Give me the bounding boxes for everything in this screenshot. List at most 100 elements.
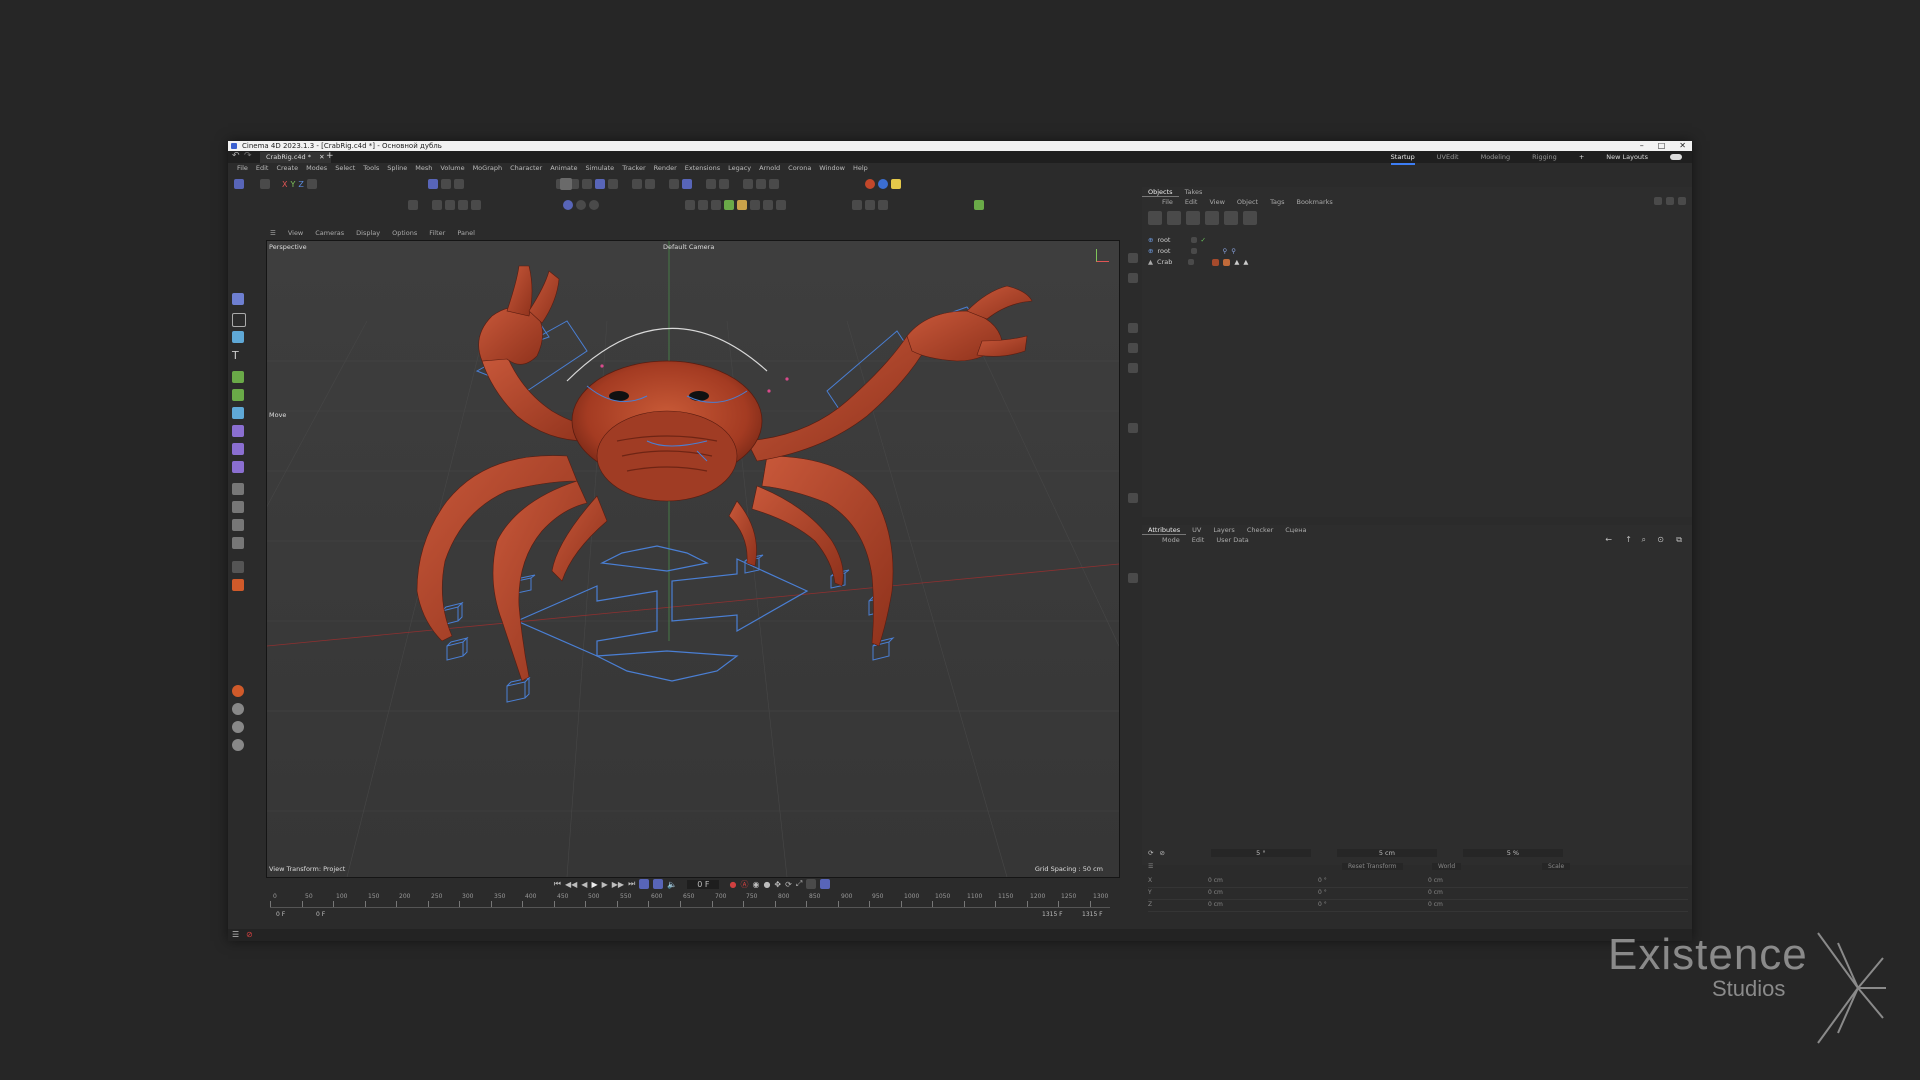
render-settings-icon[interactable] bbox=[769, 179, 779, 189]
menu-volume[interactable]: Volume bbox=[436, 163, 468, 174]
filter-icon-4[interactable] bbox=[1205, 211, 1219, 225]
key-scale-icon[interactable]: ⤢ bbox=[796, 879, 802, 889]
material-tag-icon-2[interactable] bbox=[1223, 258, 1231, 266]
key-position-icon[interactable]: ✥ bbox=[774, 880, 781, 889]
scale-tool-icon[interactable] bbox=[454, 179, 464, 189]
render-picture-viewer-icon[interactable] bbox=[756, 179, 766, 189]
close-button[interactable]: ✕ bbox=[1679, 141, 1686, 151]
solo-hierarchy-icon[interactable] bbox=[576, 200, 586, 210]
status-menu-icon[interactable]: ☰ bbox=[232, 930, 239, 939]
attributes-search-icon[interactable]: ⌕ bbox=[1642, 535, 1646, 545]
status-error-icon[interactable]: ⊘ bbox=[246, 930, 253, 939]
material-tag-icon[interactable] bbox=[1212, 258, 1220, 266]
viewport-perspective[interactable]: Perspective Default Camera Move View Tra… bbox=[266, 240, 1120, 878]
menu-arnold[interactable]: Arnold bbox=[755, 163, 784, 174]
texture-view-icon[interactable] bbox=[458, 200, 468, 210]
model-mode-icon[interactable] bbox=[595, 179, 605, 189]
select-tool-icon[interactable] bbox=[234, 179, 244, 189]
knife-icon[interactable] bbox=[724, 200, 734, 210]
loop-icon[interactable] bbox=[639, 879, 650, 889]
tab-checker[interactable]: Checker bbox=[1241, 525, 1279, 535]
menu-simulate[interactable]: Simulate bbox=[581, 163, 618, 174]
next-key-icon[interactable]: ▶▶ bbox=[612, 880, 624, 889]
quantize-icon[interactable] bbox=[682, 179, 692, 189]
camera-icon[interactable] bbox=[232, 483, 244, 495]
coord-system-icon[interactable] bbox=[306, 179, 317, 189]
timeline-end-field-2[interactable]: 1315 F bbox=[1082, 911, 1103, 918]
floor-icon[interactable] bbox=[232, 579, 244, 591]
keyframe-icon[interactable] bbox=[852, 200, 862, 210]
menu-legacy[interactable]: Legacy bbox=[724, 163, 755, 174]
attributes-menu-edit[interactable]: Edit bbox=[1186, 535, 1211, 545]
viewport-menu-view[interactable]: View bbox=[282, 227, 309, 239]
hex-icon-2[interactable] bbox=[232, 721, 244, 733]
ik-tag-icon[interactable]: ⚲ bbox=[1223, 246, 1228, 256]
cube-icon[interactable] bbox=[232, 331, 244, 343]
fcurve-icon[interactable] bbox=[865, 200, 875, 210]
object-row[interactable]: ▲ Crab ▲ ▲ bbox=[1148, 257, 1248, 267]
tab-attributes[interactable]: Attributes bbox=[1142, 525, 1187, 535]
timeline-start-field-2[interactable]: 0 F bbox=[316, 911, 325, 918]
brush-icon[interactable] bbox=[698, 200, 708, 210]
prev-frame-icon[interactable]: ◀ bbox=[581, 880, 587, 889]
generator-icon[interactable] bbox=[232, 389, 244, 401]
objects-search-icon[interactable] bbox=[1654, 197, 1662, 205]
spline-icon[interactable] bbox=[232, 443, 244, 455]
side-tool-icon-7[interactable] bbox=[1128, 493, 1138, 503]
volume-icon[interactable] bbox=[232, 461, 244, 473]
pose-tag-icon[interactable]: ⚲ bbox=[1231, 246, 1236, 256]
visibility-check-icon[interactable]: ✓ bbox=[1201, 235, 1206, 245]
live-selection-icon[interactable] bbox=[232, 293, 244, 305]
menu-character[interactable]: Character bbox=[506, 163, 546, 174]
coord-scale-select[interactable]: Scale bbox=[1542, 863, 1571, 870]
menu-corona[interactable]: Corona bbox=[784, 163, 815, 174]
side-tool-icon-4[interactable] bbox=[1128, 343, 1138, 353]
eyedropper-icon[interactable] bbox=[711, 200, 721, 210]
move-snap-field[interactable]: 5 cm bbox=[1336, 849, 1437, 857]
menu-mograph[interactable]: MoGraph bbox=[469, 163, 507, 174]
side-tool-icon-2[interactable] bbox=[1128, 273, 1138, 283]
document-tab[interactable]: CrabRig.c4d * ✕ bbox=[260, 152, 331, 163]
menu-tools[interactable]: Tools bbox=[359, 163, 383, 174]
new-layouts-button[interactable]: New Layouts bbox=[1606, 151, 1648, 165]
object-mode-icon[interactable] bbox=[260, 179, 270, 189]
attributes-menu-userdata[interactable]: User Data bbox=[1210, 535, 1254, 545]
add-tab-icon[interactable]: + bbox=[326, 151, 334, 161]
undo-icon[interactable]: ↶ bbox=[232, 151, 240, 161]
record-icon[interactable]: ● bbox=[729, 880, 736, 889]
measure-icon[interactable] bbox=[750, 200, 760, 210]
scale-snap-field[interactable]: 5 % bbox=[1462, 849, 1563, 857]
key-rotation-icon[interactable]: ⟳ bbox=[785, 880, 792, 889]
side-tool-icon-1[interactable] bbox=[1128, 253, 1138, 263]
redshift-left-icon[interactable] bbox=[232, 685, 244, 697]
rotation-field[interactable]: 0 ° bbox=[1318, 877, 1327, 884]
key-param-icon[interactable] bbox=[806, 879, 817, 889]
axis-lock-icon[interactable] bbox=[719, 179, 729, 189]
solo-icon[interactable] bbox=[563, 200, 573, 210]
attributes-menu-mode[interactable]: Mode bbox=[1156, 535, 1186, 545]
text-tool-icon[interactable] bbox=[408, 200, 418, 210]
filter-icon-1[interactable] bbox=[1148, 211, 1162, 225]
keyframe-record-icon[interactable]: ● bbox=[763, 880, 770, 889]
phong-tag-icon[interactable]: ▲ bbox=[1234, 257, 1239, 267]
grab-icon[interactable] bbox=[763, 200, 773, 210]
lock-icon[interactable] bbox=[706, 179, 716, 189]
tab-uv[interactable]: UV bbox=[1186, 525, 1207, 535]
light-icon[interactable] bbox=[232, 501, 244, 513]
layout-uvedit[interactable]: UVEdit bbox=[1437, 151, 1459, 165]
filter-icon-3[interactable] bbox=[1186, 211, 1200, 225]
menu-render[interactable]: Render bbox=[650, 163, 681, 174]
layout-rigging[interactable]: Rigging bbox=[1532, 151, 1557, 165]
object-row[interactable]: ⊕ root ⚲ ⚲ bbox=[1148, 246, 1236, 256]
rectangle-icon[interactable] bbox=[232, 313, 246, 327]
menu-select[interactable]: Select bbox=[331, 163, 359, 174]
corona-icon[interactable] bbox=[878, 179, 888, 189]
tab-objects[interactable]: Objects bbox=[1142, 187, 1179, 197]
add-layout-button[interactable]: + bbox=[1579, 151, 1584, 165]
tab-takes[interactable]: Takes bbox=[1179, 187, 1209, 197]
workplane-icon[interactable] bbox=[645, 179, 655, 189]
render-view-icon[interactable] bbox=[743, 179, 753, 189]
current-frame-field[interactable]: 0 F bbox=[687, 879, 720, 889]
environment-icon[interactable] bbox=[232, 537, 244, 549]
tab-scene[interactable]: Сцена bbox=[1279, 525, 1312, 535]
